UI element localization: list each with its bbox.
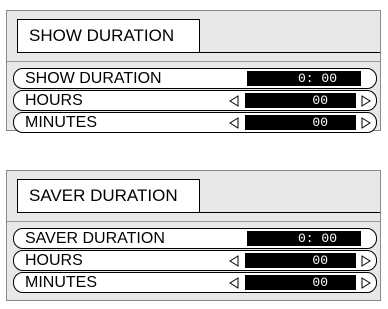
header-underline — [199, 52, 380, 53]
show-minutes-label: MINUTES — [25, 114, 97, 131]
increase-arrow-icon[interactable] — [359, 94, 373, 108]
show-duration-value: 0: 00 — [247, 71, 361, 86]
saver-duration-value: 0: 00 — [247, 231, 361, 246]
show-hours-value[interactable]: 00 — [245, 93, 356, 108]
show-duration-panel: SHOW DURATION SHOW DURATION 0: 00 HOURS … — [6, 10, 381, 133]
saver-duration-row: SAVER DURATION 0: 00 — [13, 228, 377, 249]
show-minutes-value[interactable]: 00 — [245, 115, 356, 130]
decrease-arrow-icon[interactable] — [227, 94, 241, 108]
saver-minutes-label: MINUTES — [25, 274, 97, 291]
saver-hours-value[interactable]: 00 — [245, 253, 356, 268]
show-hours-label: HOURS — [25, 92, 83, 109]
show-duration-label: SHOW DURATION — [25, 70, 162, 87]
increase-arrow-icon[interactable] — [359, 276, 373, 290]
show-duration-title: SHOW DURATION — [17, 19, 200, 53]
section-divider — [7, 221, 380, 222]
header-underline — [199, 212, 380, 213]
saver-hours-label: HOURS — [25, 252, 83, 269]
saver-minutes-row[interactable]: MINUTES 00 — [13, 272, 377, 293]
saver-minutes-value[interactable]: 00 — [245, 275, 356, 290]
saver-duration-label: SAVER DURATION — [25, 230, 165, 247]
saver-duration-panel: SAVER DURATION SAVER DURATION 0: 00 HOUR… — [6, 170, 381, 301]
decrease-arrow-icon[interactable] — [227, 276, 241, 290]
decrease-arrow-icon[interactable] — [227, 254, 241, 268]
show-minutes-row[interactable]: MINUTES 00 — [13, 112, 377, 133]
saver-hours-row[interactable]: HOURS 00 — [13, 250, 377, 271]
show-duration-row: SHOW DURATION 0: 00 — [13, 68, 377, 89]
increase-arrow-icon[interactable] — [359, 116, 373, 130]
saver-duration-title: SAVER DURATION — [17, 179, 200, 213]
increase-arrow-icon[interactable] — [359, 254, 373, 268]
section-divider — [7, 61, 380, 62]
show-hours-row[interactable]: HOURS 00 — [13, 90, 377, 111]
decrease-arrow-icon[interactable] — [227, 116, 241, 130]
